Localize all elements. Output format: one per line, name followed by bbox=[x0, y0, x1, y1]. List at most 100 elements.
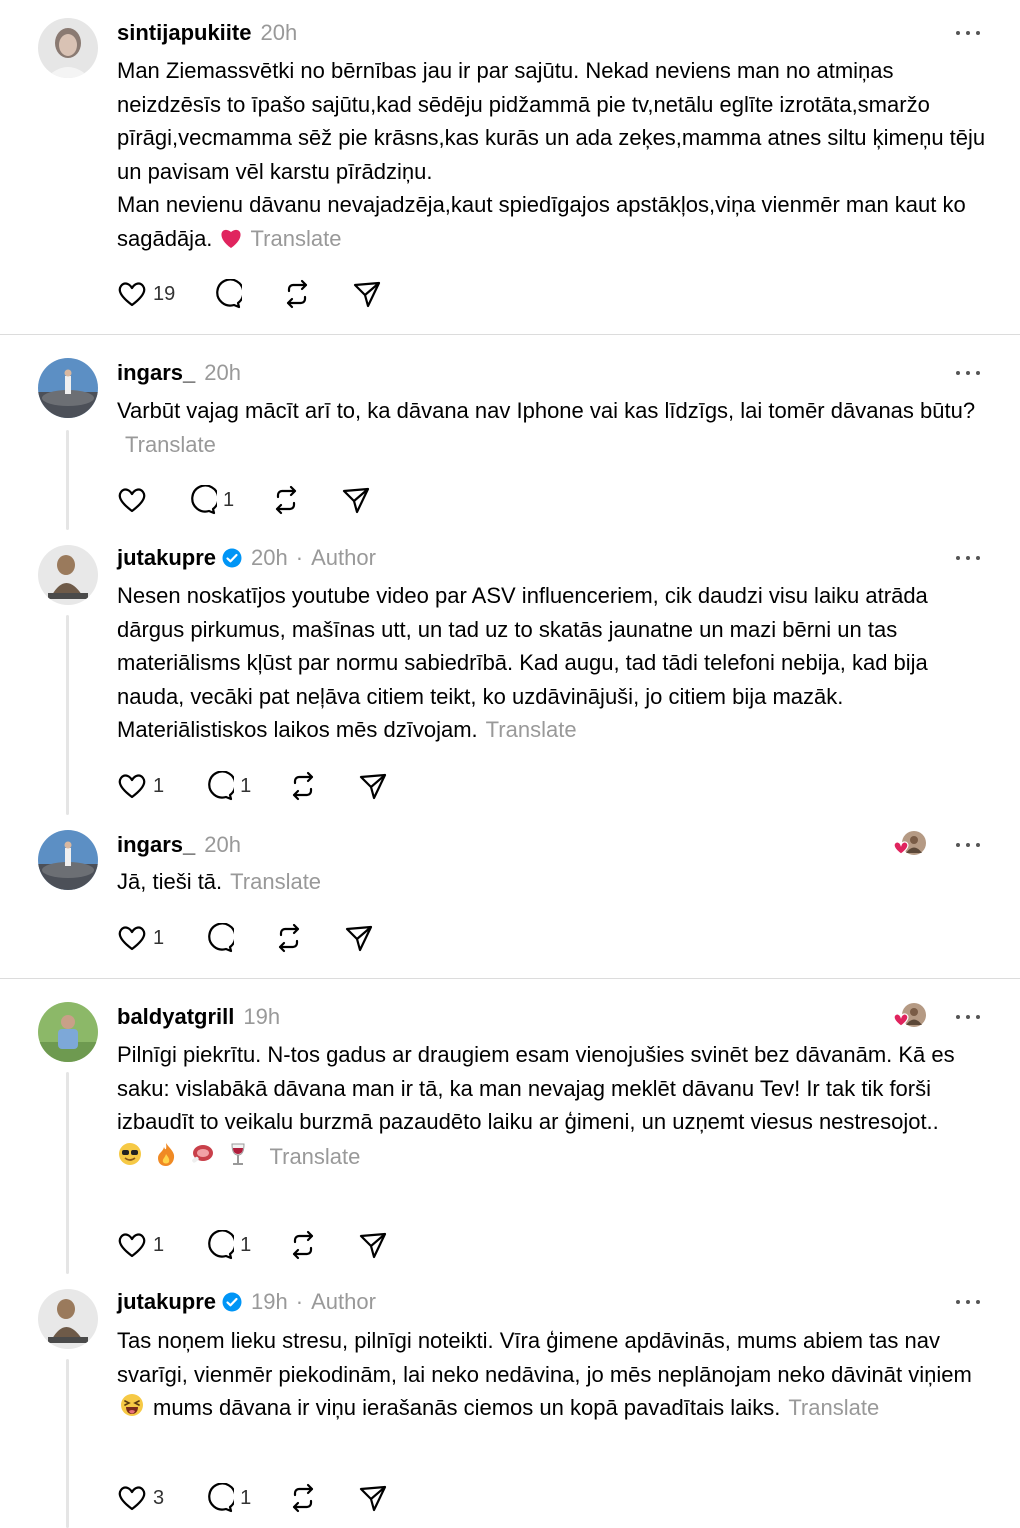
username[interactable]: jutakupre bbox=[117, 545, 216, 571]
heart-icon bbox=[118, 926, 146, 951]
post-header: sintijapukiite 20h bbox=[117, 18, 297, 48]
translate-link[interactable]: Translate bbox=[486, 717, 577, 742]
post-paragraph: Nesen noskatījos youtube video par ASV i… bbox=[117, 583, 928, 742]
more-icon[interactable] bbox=[956, 840, 980, 850]
like-count: 3 bbox=[153, 1486, 165, 1509]
thread-line bbox=[66, 1072, 69, 1274]
post-paragraph: Pilnīgi piekrītu. N-tos gadus ar draugie… bbox=[117, 1042, 955, 1134]
repost-button[interactable] bbox=[282, 279, 312, 309]
liked-by-author-indicator bbox=[892, 830, 928, 858]
repost-icon bbox=[279, 923, 300, 953]
more-icon[interactable] bbox=[956, 368, 980, 378]
like-button[interactable]: 1 bbox=[117, 772, 164, 800]
post: ingars_ 20h Jā, tieši tā. Translate 1 bbox=[0, 815, 1020, 978]
repost-button[interactable] bbox=[271, 485, 301, 515]
avatar[interactable] bbox=[38, 1002, 98, 1062]
post-text: Man Ziemassvētki no bērnības jau ir par … bbox=[117, 54, 987, 258]
reply-button[interactable] bbox=[212, 279, 243, 309]
username[interactable]: ingars_ bbox=[117, 360, 195, 386]
post-header: ingars_ 20h bbox=[117, 358, 241, 388]
fire-emoji-icon bbox=[155, 1141, 177, 1177]
action-bar: 1 bbox=[117, 484, 371, 516]
share-button[interactable] bbox=[341, 485, 371, 515]
comment-icon bbox=[208, 1483, 235, 1513]
share-icon bbox=[346, 925, 373, 952]
more-icon[interactable] bbox=[956, 28, 980, 38]
post-paragraph: Tas noņem lieku stresu, pilnīgi noteikti… bbox=[117, 1324, 987, 1428]
more-icon[interactable] bbox=[956, 1297, 980, 1307]
meat-emoji-icon bbox=[189, 1141, 215, 1177]
repost-icon bbox=[293, 1230, 314, 1260]
action-bar: 19 bbox=[117, 278, 382, 310]
username[interactable]: sintijapukiite bbox=[117, 20, 251, 46]
reply-button[interactable]: 1 bbox=[204, 771, 251, 801]
reply-count: 1 bbox=[240, 774, 252, 797]
like-button[interactable] bbox=[117, 486, 147, 514]
thread-line bbox=[66, 615, 69, 815]
timestamp[interactable]: 19h bbox=[243, 1004, 280, 1030]
translate-link[interactable]: Translate bbox=[125, 432, 216, 457]
avatar[interactable] bbox=[38, 830, 98, 890]
thread-line bbox=[66, 430, 69, 530]
timestamp[interactable]: 20h bbox=[260, 20, 297, 46]
share-button[interactable] bbox=[358, 771, 388, 801]
like-button[interactable]: 19 bbox=[117, 280, 175, 308]
heart-icon bbox=[118, 488, 146, 513]
post-paragraph: Varbūt vajag mācīt arī to, ka dāvana nav… bbox=[117, 398, 976, 457]
like-button[interactable]: 1 bbox=[117, 924, 164, 952]
translate-link[interactable]: Translate bbox=[788, 1395, 879, 1420]
like-count: 19 bbox=[153, 282, 176, 305]
reply-button[interactable]: 1 bbox=[204, 1483, 251, 1513]
repost-icon bbox=[276, 485, 297, 515]
translate-link[interactable]: Translate bbox=[230, 869, 321, 894]
action-bar: 1 1 bbox=[117, 770, 388, 802]
post-text: Pilnīgi piekrītu. N-tos gadus ar draugie… bbox=[117, 1038, 987, 1176]
reply-button[interactable]: 1 bbox=[187, 485, 234, 515]
post: jutakupre 20h · Author Nesen noskatījos … bbox=[0, 530, 1020, 815]
avatar[interactable] bbox=[38, 18, 98, 78]
like-count: 1 bbox=[153, 1233, 165, 1256]
post-text: Nesen noskatījos youtube video par ASV i… bbox=[117, 579, 987, 747]
reply-button[interactable] bbox=[204, 923, 235, 953]
heart-icon bbox=[118, 774, 146, 799]
action-bar: 1 1 bbox=[117, 1229, 388, 1261]
reply-button[interactable]: 1 bbox=[204, 1230, 251, 1260]
reply-count: 1 bbox=[240, 1486, 252, 1509]
heart-icon bbox=[118, 1486, 146, 1511]
post-text: Tas noņem lieku stresu, pilnīgi noteikti… bbox=[117, 1324, 987, 1428]
avatar[interactable] bbox=[38, 358, 98, 418]
translate-link[interactable]: Translate bbox=[270, 1144, 361, 1169]
heart-icon bbox=[118, 282, 146, 307]
timestamp[interactable]: 19h bbox=[251, 1289, 288, 1315]
avatar[interactable] bbox=[38, 545, 98, 605]
share-button[interactable] bbox=[358, 1483, 388, 1513]
timestamp[interactable]: 20h bbox=[204, 360, 241, 386]
laughing-emoji-icon bbox=[119, 1392, 145, 1428]
post: ingars_ 20h Varbūt vajag mācīt arī to, k… bbox=[0, 335, 1020, 530]
like-button[interactable]: 3 bbox=[117, 1484, 164, 1512]
timestamp[interactable]: 20h bbox=[204, 832, 241, 858]
share-button[interactable] bbox=[358, 1230, 388, 1260]
timestamp[interactable]: 20h bbox=[251, 545, 288, 571]
like-button[interactable]: 1 bbox=[117, 1231, 164, 1259]
heart-emoji-icon bbox=[219, 225, 243, 259]
avatar[interactable] bbox=[38, 1289, 98, 1349]
username[interactable]: ingars_ bbox=[117, 832, 195, 858]
repost-button[interactable] bbox=[288, 1230, 318, 1260]
repost-button[interactable] bbox=[288, 1483, 318, 1513]
username[interactable]: baldyatgrill bbox=[117, 1004, 234, 1030]
repost-button[interactable] bbox=[274, 923, 304, 953]
translate-link[interactable]: Translate bbox=[251, 226, 342, 251]
repost-button[interactable] bbox=[288, 771, 318, 801]
wine-glass-emoji-icon bbox=[227, 1141, 249, 1177]
share-button[interactable] bbox=[352, 279, 382, 309]
more-icon[interactable] bbox=[956, 553, 980, 563]
share-icon bbox=[354, 281, 381, 308]
comment-icon bbox=[208, 923, 235, 953]
username[interactable]: jutakupre bbox=[117, 1289, 216, 1315]
like-count: 1 bbox=[153, 774, 165, 797]
share-button[interactable] bbox=[344, 923, 374, 953]
comment-icon bbox=[216, 279, 243, 309]
repost-icon bbox=[287, 279, 308, 309]
more-icon[interactable] bbox=[956, 1012, 980, 1022]
